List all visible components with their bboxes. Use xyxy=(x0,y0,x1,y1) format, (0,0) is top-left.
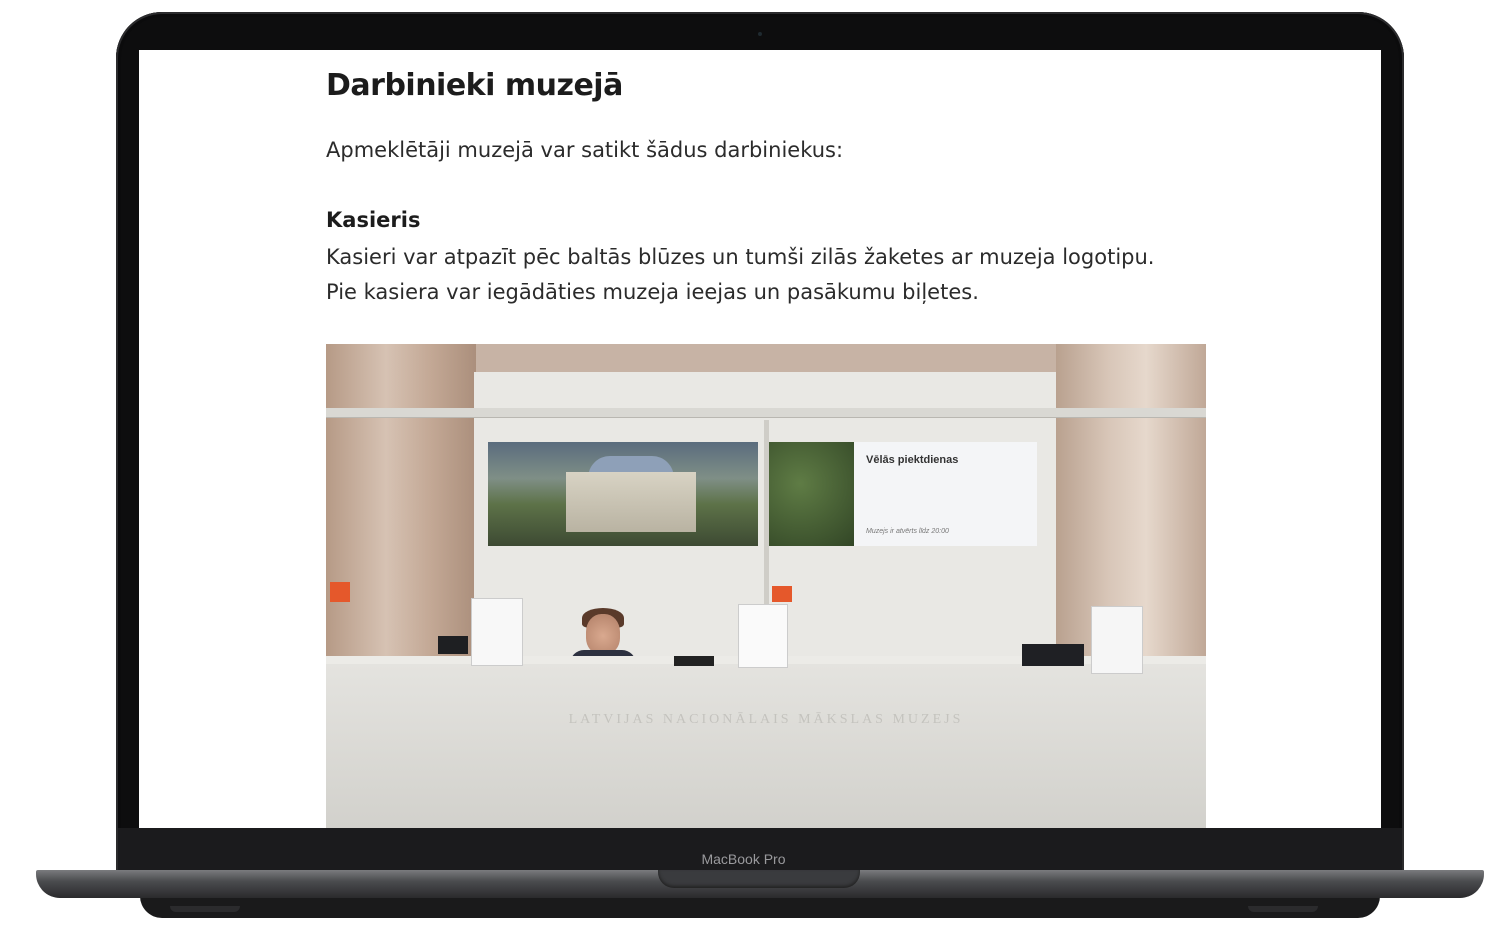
qr-sign xyxy=(772,586,792,602)
photo-trees xyxy=(764,442,854,546)
photo-museum-building xyxy=(566,472,696,532)
laptop-foot xyxy=(1248,906,1318,912)
role-description-line: Pie kasiera var iegādāties muzeja ieejas… xyxy=(326,280,979,304)
role-title-cashier: Kasieris xyxy=(326,208,421,232)
model-label: MacBook Pro xyxy=(701,851,786,867)
macbook-mockup: Darbinieki muzejā Apmeklētāji muzejā var… xyxy=(0,0,1487,931)
role-description: Kasieri var atpazīt pēc baltās blūzes un… xyxy=(326,240,1154,310)
lid-notch xyxy=(658,870,860,888)
desk-sign xyxy=(1091,606,1143,674)
card-terminal xyxy=(1022,644,1084,666)
laptop-base-shadow xyxy=(140,896,1380,918)
role-description-line: Kasieri var atpazīt pēc baltās blūzes un… xyxy=(326,245,1155,269)
reception-desk xyxy=(326,664,1206,828)
laptop-foot xyxy=(170,906,240,912)
card-terminal xyxy=(438,636,468,654)
browser-viewport[interactable]: Darbinieki muzejā Apmeklētāji muzejā var… xyxy=(139,50,1381,828)
desk-engraving: LATVIJAS NACIONĀLAIS MĀKSLAS MUZEJS xyxy=(568,712,964,727)
camera-icon xyxy=(758,32,762,36)
card-terminal xyxy=(674,656,714,666)
photo-screen-title: Vēlās piektdienas xyxy=(866,454,959,466)
cashier-person xyxy=(586,614,620,654)
photo-light-rail xyxy=(326,408,1206,418)
page-title: Darbinieki muzejā xyxy=(326,68,623,103)
desk-sign xyxy=(738,604,788,668)
intro-text: Apmeklētāji muzejā var satikt šādus darb… xyxy=(326,138,844,162)
desk-sign xyxy=(471,598,523,666)
photo-screen-subtitle: Muzejs ir atvērts līdz 20:00 xyxy=(866,528,949,535)
qr-sign xyxy=(330,582,350,602)
cashier-desk-photo: Vēlās piektdienas Muzejs ir atvērts līdz… xyxy=(326,344,1206,828)
